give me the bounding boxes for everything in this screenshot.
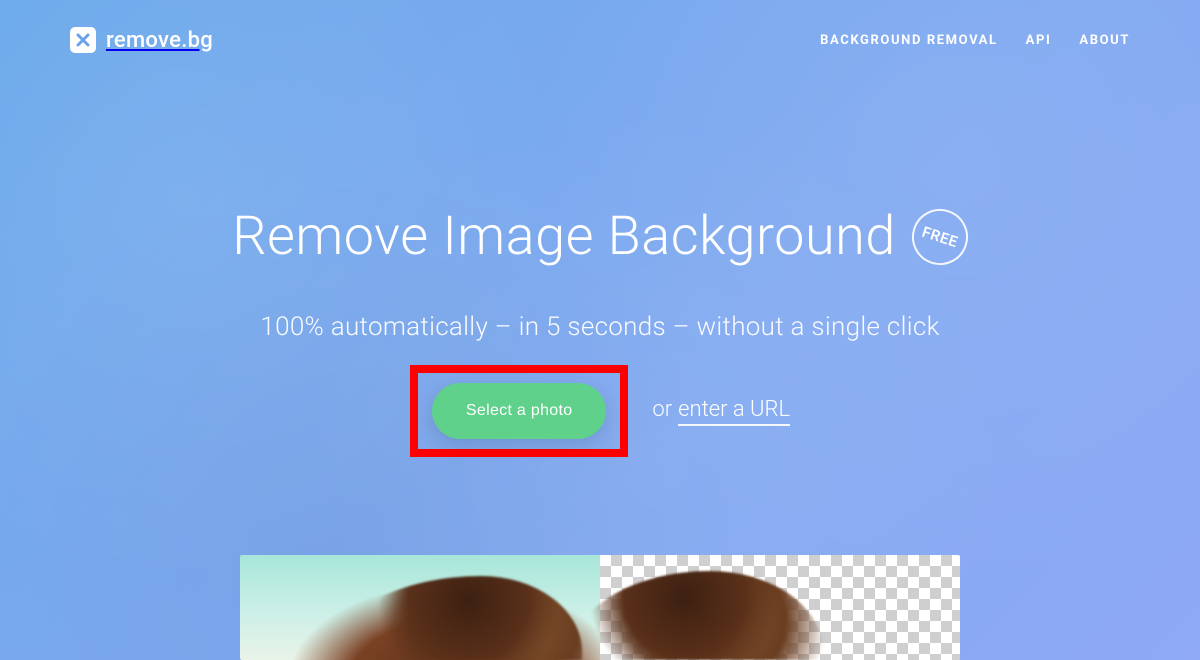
or-prefix: or [652,397,672,422]
page-title: Remove Image Background [232,205,896,268]
demo-image-transparent [600,555,960,660]
demo-image-original [240,555,600,660]
main-nav: BACKGROUND REMOVAL API ABOUT [820,33,1130,48]
enter-url-link[interactable]: enter a URL [678,397,790,426]
demo-image [240,555,960,660]
nav-link-background-removal[interactable]: BACKGROUND REMOVAL [820,33,998,48]
nav-link-api[interactable]: API [1026,33,1052,48]
brand-name: remove.bg [106,28,213,53]
free-badge: FREE [905,201,976,272]
brand-logo-icon [70,27,96,53]
subtitle: 100% automatically – in 5 seconds – with… [0,312,1200,342]
header: remove.bg BACKGROUND REMOVAL API ABOUT [0,0,1200,80]
nav-link-about[interactable]: ABOUT [1079,33,1130,48]
page: remove.bg BACKGROUND REMOVAL API ABOUT R… [0,0,1200,660]
cta-row: Select a photo or enter a URL [0,365,1200,457]
or-enter-url-text: or enter a URL [652,397,790,426]
title-row: Remove Image Background FREE [232,205,968,268]
select-photo-button[interactable]: Select a photo [432,383,607,439]
annotation-highlight-box: Select a photo [410,365,629,457]
brand-link[interactable]: remove.bg [70,27,213,53]
hero: Remove Image Background FREE 100% automa… [0,205,1200,342]
